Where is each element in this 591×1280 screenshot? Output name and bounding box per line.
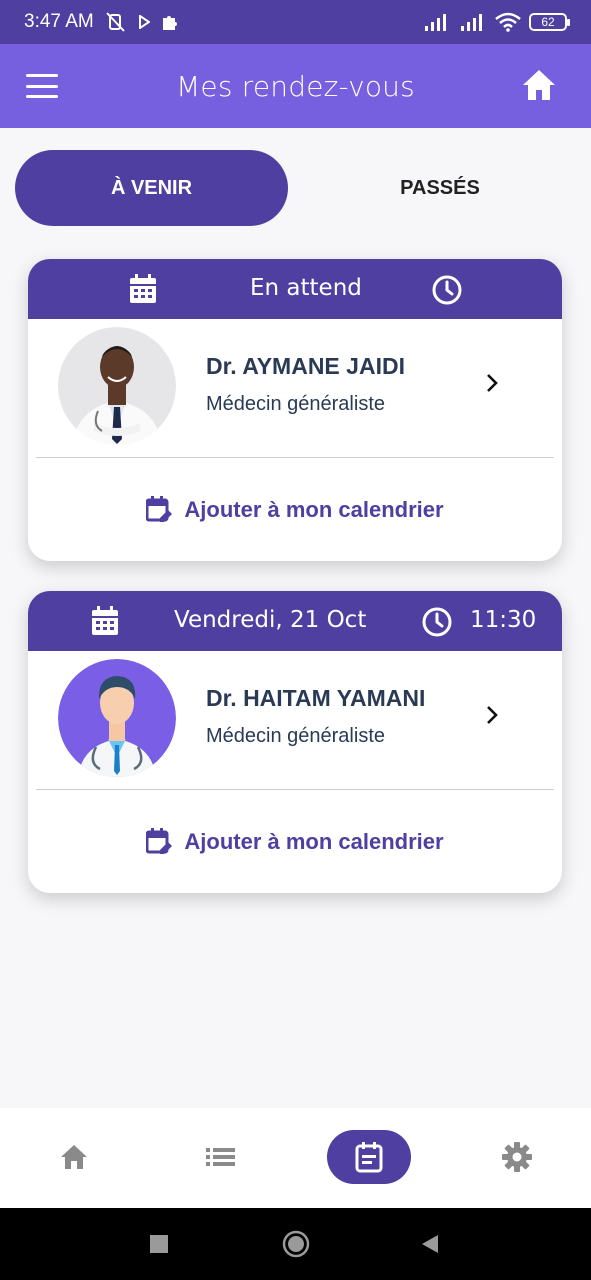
doctor-specialty: Médecin généraliste	[206, 393, 385, 415]
settings-icon	[502, 1142, 532, 1172]
appointment-date: En attend	[250, 275, 362, 301]
status-bar: 3:47 AM 62	[0, 0, 591, 44]
appointment-time: 11:30	[470, 607, 537, 633]
doctor-specialty: Médecin généraliste	[206, 725, 385, 747]
appointment-tabs: À VENIR PASSÉS	[15, 150, 577, 226]
status-time: 3:47 AM	[24, 11, 94, 32]
signal-icon-2	[461, 14, 482, 31]
status-left: 3:47 AM	[24, 11, 180, 33]
divider	[36, 457, 554, 458]
doctor-info[interactable]: Dr. HAITAM YAMANI Médecin généraliste	[28, 651, 562, 791]
add-to-calendar-label: Ajouter à mon calendrier	[184, 829, 444, 854]
home-button-icon[interactable]	[282, 1230, 310, 1258]
nav-home[interactable]	[44, 1130, 104, 1184]
add-to-calendar-button[interactable]: Ajouter à mon calendrier	[28, 791, 562, 893]
recent-apps-icon[interactable]	[150, 1235, 168, 1253]
doctor-name: Dr. HAITAM YAMANI	[206, 685, 426, 711]
doctor-avatar	[58, 659, 176, 777]
appointment-date: Vendredi, 21 Oct	[174, 607, 367, 633]
calendar-edit-icon	[146, 496, 173, 522]
bottom-navigation	[0, 1108, 591, 1208]
home-icon[interactable]	[521, 68, 557, 102]
battery-indicator: 62	[529, 13, 570, 31]
doctor-avatar	[58, 327, 176, 445]
nav-settings[interactable]	[487, 1130, 547, 1184]
tab-past[interactable]: PASSÉS	[315, 150, 565, 226]
nav-appointments[interactable]	[327, 1130, 411, 1184]
doctor-name: Dr. AYMANE JAIDI	[206, 353, 405, 379]
divider	[36, 789, 554, 790]
clock-icon	[422, 607, 452, 637]
system-navigation-bar	[0, 1208, 591, 1280]
chevron-right-icon[interactable]	[483, 371, 503, 395]
calendar-icon	[130, 274, 156, 303]
appointment-card-header: En attend	[28, 259, 562, 319]
play-icon	[138, 15, 150, 29]
nav-list[interactable]	[191, 1130, 251, 1184]
home-icon	[61, 1145, 87, 1169]
add-to-calendar-button[interactable]: Ajouter à mon calendrier	[28, 459, 562, 561]
page-title: Mes rendez-vous	[176, 69, 415, 103]
appointment-card[interactable]: En attend Dr. AYMANE JAIDI Médecin génér…	[28, 259, 562, 561]
hamburger-menu-icon[interactable]	[26, 74, 58, 98]
chevron-right-icon[interactable]	[483, 703, 503, 727]
calendar-icon	[92, 606, 118, 635]
puzzle-icon	[162, 16, 177, 30]
tab-upcoming[interactable]: À VENIR	[15, 150, 288, 226]
appointments-icon	[355, 1142, 383, 1173]
back-icon[interactable]	[420, 1233, 440, 1255]
clock-icon	[432, 275, 462, 305]
battery-level: 62	[541, 15, 555, 29]
add-to-calendar-label: Ajouter à mon calendrier	[184, 497, 444, 522]
appointment-card[interactable]: Vendredi, 21 Oct 11:30 Dr. HAITAM YAMANI…	[28, 591, 562, 893]
status-right: 62	[423, 12, 570, 32]
appointment-card-header: Vendredi, 21 Oct 11:30	[28, 591, 562, 651]
signal-icon	[425, 14, 446, 31]
wifi-icon	[495, 12, 521, 32]
app-bar: Mes rendez-vous	[0, 44, 591, 128]
list-icon	[206, 1148, 235, 1166]
calendar-edit-icon	[146, 828, 173, 854]
doctor-info[interactable]: Dr. AYMANE JAIDI Médecin généraliste	[28, 319, 562, 459]
vibrate-off-icon	[105, 12, 125, 32]
